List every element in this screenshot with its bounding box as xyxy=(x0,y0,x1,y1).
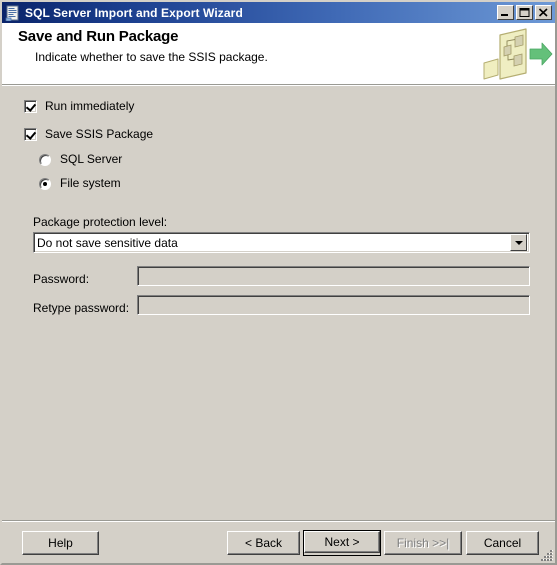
sql-server-label: SQL Server xyxy=(60,152,123,166)
finish-button: Finish >>| xyxy=(384,531,462,555)
page-title: Save and Run Package xyxy=(18,28,179,45)
maximize-button[interactable] xyxy=(516,5,533,20)
next-button-label: Next > xyxy=(304,531,380,553)
chevron-down-icon[interactable] xyxy=(510,234,527,251)
protection-level-label: Package protection level: xyxy=(33,215,168,229)
page-subtitle: Indicate whether to save the SSIS packag… xyxy=(35,50,268,64)
back-button[interactable]: < Back xyxy=(227,531,300,555)
protection-level-value: Do not save sensitive data xyxy=(37,235,178,250)
window-title: SQL Server Import and Export Wizard xyxy=(25,5,243,20)
save-ssis-package-label: Save SSIS Package xyxy=(45,127,154,141)
password-label: Password: xyxy=(33,272,90,286)
wizard-header: Save and Run Package Indicate whether to… xyxy=(2,23,555,84)
run-immediately-row[interactable]: Run immediately xyxy=(24,100,134,113)
save-ssis-package-checkbox[interactable] xyxy=(24,128,37,141)
window-controls xyxy=(497,5,552,20)
destination-file-system-row[interactable]: File system xyxy=(39,177,121,190)
wizard-window: SQL Server Import and Export Wizard Save… xyxy=(0,0,557,565)
retype-password-label: Retype password: xyxy=(33,301,130,315)
run-immediately-label: Run immediately xyxy=(45,99,135,113)
minimize-button[interactable] xyxy=(497,5,514,20)
protection-level-combobox[interactable]: Do not save sensitive data xyxy=(33,232,530,253)
retype-password-field[interactable] xyxy=(137,295,530,315)
cancel-button[interactable]: Cancel xyxy=(466,531,539,555)
wizard-document-icon xyxy=(5,5,21,21)
help-button[interactable]: Help xyxy=(22,531,99,555)
file-system-radio[interactable] xyxy=(39,177,51,190)
save-ssis-package-row[interactable]: Save SSIS Package xyxy=(24,128,153,141)
close-button[interactable] xyxy=(535,5,552,20)
wizard-body: Run immediately Save SSIS Package SQL Se… xyxy=(2,86,555,520)
ssis-package-export-icon xyxy=(478,23,553,84)
run-immediately-checkbox[interactable] xyxy=(24,100,37,113)
title-bar[interactable]: SQL Server Import and Export Wizard xyxy=(2,2,555,23)
password-field[interactable] xyxy=(137,266,530,286)
sql-server-radio[interactable] xyxy=(39,153,51,166)
resize-grip[interactable] xyxy=(540,548,554,562)
file-system-label: File system xyxy=(60,176,121,190)
wizard-footer: Help < Back Next > Finish >>| Cancel xyxy=(2,522,555,563)
next-button[interactable]: Next > xyxy=(303,530,381,556)
destination-sql-server-row[interactable]: SQL Server xyxy=(39,153,122,166)
